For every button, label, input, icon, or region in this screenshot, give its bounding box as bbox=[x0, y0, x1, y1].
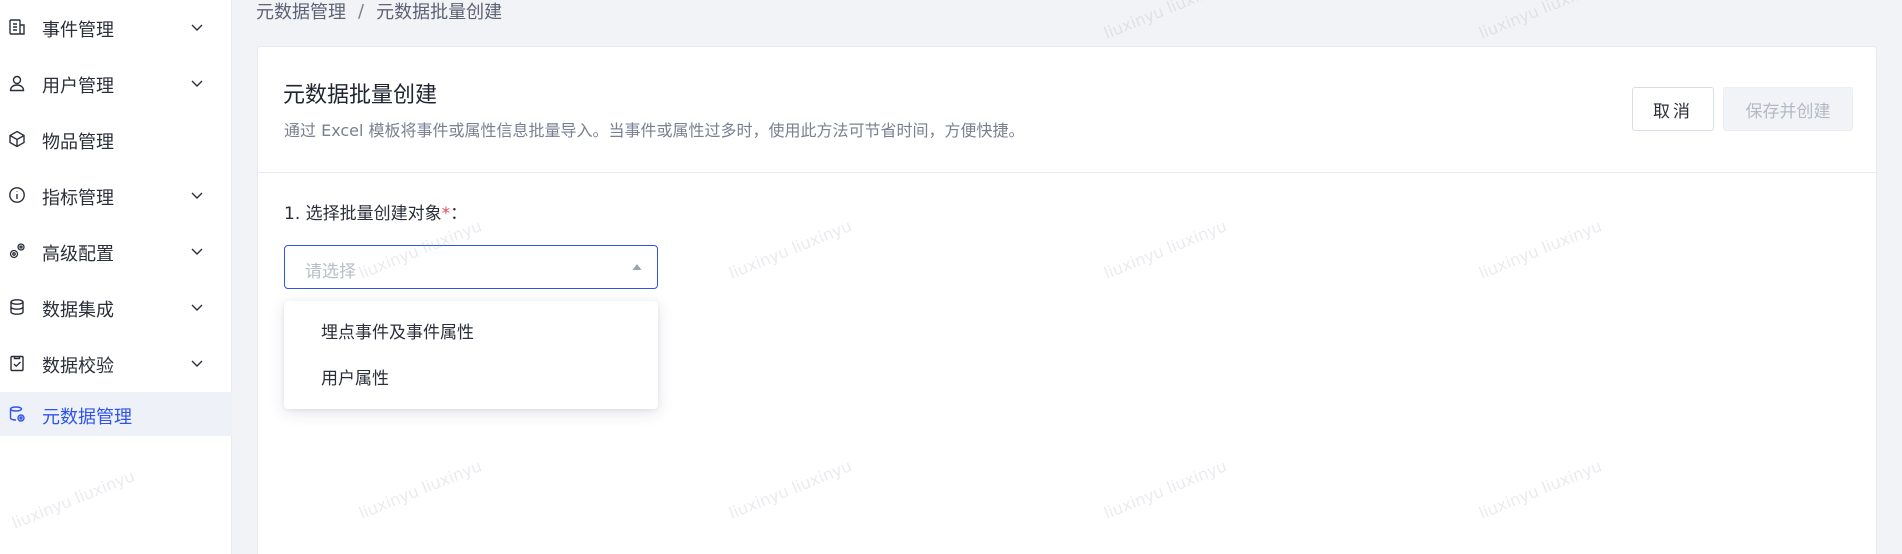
sidebar-item-label: 事件管理 bbox=[42, 20, 114, 41]
select-dropdown: 埋点事件及事件属性 用户属性 bbox=[284, 301, 658, 409]
form-step-text: 1. 选择批量创建对象 bbox=[284, 204, 442, 224]
sidebar-item-item-management[interactable]: 物品管理 bbox=[0, 117, 232, 161]
document-chart-icon bbox=[7, 17, 27, 37]
caret-up-icon bbox=[632, 264, 642, 270]
metric-info-icon bbox=[7, 185, 27, 205]
breadcrumb-separator: / bbox=[358, 0, 365, 22]
sidebar-item-label: 物品管理 bbox=[42, 132, 114, 153]
database-icon bbox=[7, 297, 27, 317]
sidebar-item-label: 数据校验 bbox=[42, 356, 114, 377]
main-card: 元数据批量创建 通过 Excel 模板将事件或属性信息批量导入。当事件或属性过多… bbox=[257, 46, 1877, 554]
chevron-down-icon bbox=[191, 192, 203, 199]
user-icon bbox=[7, 73, 27, 93]
cancel-button[interactable]: 取消 bbox=[1632, 87, 1714, 131]
card-header: 元数据批量创建 通过 Excel 模板将事件或属性信息批量导入。当事件或属性过多… bbox=[258, 47, 1876, 173]
chevron-down-icon bbox=[191, 360, 203, 367]
page-description: 通过 Excel 模板将事件或属性信息批量导入。当事件或属性过多时，使用此方法可… bbox=[284, 121, 1025, 140]
sidebar-item-label: 高级配置 bbox=[42, 244, 114, 265]
sidebar-item-event-management[interactable]: 事件管理 bbox=[0, 5, 232, 49]
save-and-create-button[interactable]: 保存并创建 bbox=[1723, 87, 1853, 131]
clipboard-check-icon bbox=[7, 353, 27, 373]
cube-icon bbox=[7, 129, 27, 149]
page-title: 元数据批量创建 bbox=[283, 83, 438, 108]
target-select[interactable]: 请选择 bbox=[284, 245, 658, 289]
sidebar-item-metadata-management[interactable]: 元数据管理 bbox=[0, 392, 232, 436]
breadcrumb: 元数据管理 / 元数据批量创建 bbox=[256, 0, 503, 24]
sidebar-item-user-management[interactable]: 用户管理 bbox=[0, 61, 232, 105]
sidebar: 事件管理 用户管理 物品管理 指标管理 高级配置 数据集成 数据校验 元数据管理 bbox=[0, 0, 232, 554]
dropdown-option-event[interactable]: 埋点事件及事件属性 bbox=[284, 311, 658, 355]
sidebar-item-data-validation[interactable]: 数据校验 bbox=[0, 341, 232, 385]
chevron-down-icon bbox=[191, 80, 203, 87]
sidebar-item-metric-management[interactable]: 指标管理 bbox=[0, 173, 232, 217]
watermark: liuxinyu liuxinyu bbox=[1476, 0, 1605, 43]
required-mark: * bbox=[441, 204, 451, 224]
app-root: 事件管理 用户管理 物品管理 指标管理 高级配置 数据集成 数据校验 元数据管理… bbox=[0, 0, 1902, 554]
metadata-gear-icon bbox=[7, 404, 27, 424]
gears-icon bbox=[7, 241, 27, 261]
form-step-label: 1. 选择批量创建对象*： bbox=[284, 199, 467, 224]
label-suffix: ： bbox=[450, 204, 468, 224]
dropdown-option-user-property[interactable]: 用户属性 bbox=[284, 357, 658, 401]
chevron-down-icon bbox=[191, 304, 203, 311]
sidebar-item-label: 用户管理 bbox=[42, 76, 114, 97]
chevron-down-icon bbox=[191, 248, 203, 255]
sidebar-item-label: 指标管理 bbox=[42, 188, 114, 209]
select-placeholder: 请选择 bbox=[305, 262, 356, 282]
watermark: liuxinyu liuxinyu bbox=[1101, 0, 1230, 43]
breadcrumb-link-metadata[interactable]: 元数据管理 bbox=[256, 0, 346, 24]
sidebar-item-label: 元数据管理 bbox=[42, 407, 132, 428]
sidebar-item-advanced-config[interactable]: 高级配置 bbox=[0, 229, 232, 273]
breadcrumb-current: 元数据批量创建 bbox=[376, 2, 503, 23]
sidebar-item-data-integration[interactable]: 数据集成 bbox=[0, 285, 232, 329]
sidebar-item-label: 数据集成 bbox=[42, 300, 114, 321]
chevron-down-icon bbox=[191, 24, 203, 31]
